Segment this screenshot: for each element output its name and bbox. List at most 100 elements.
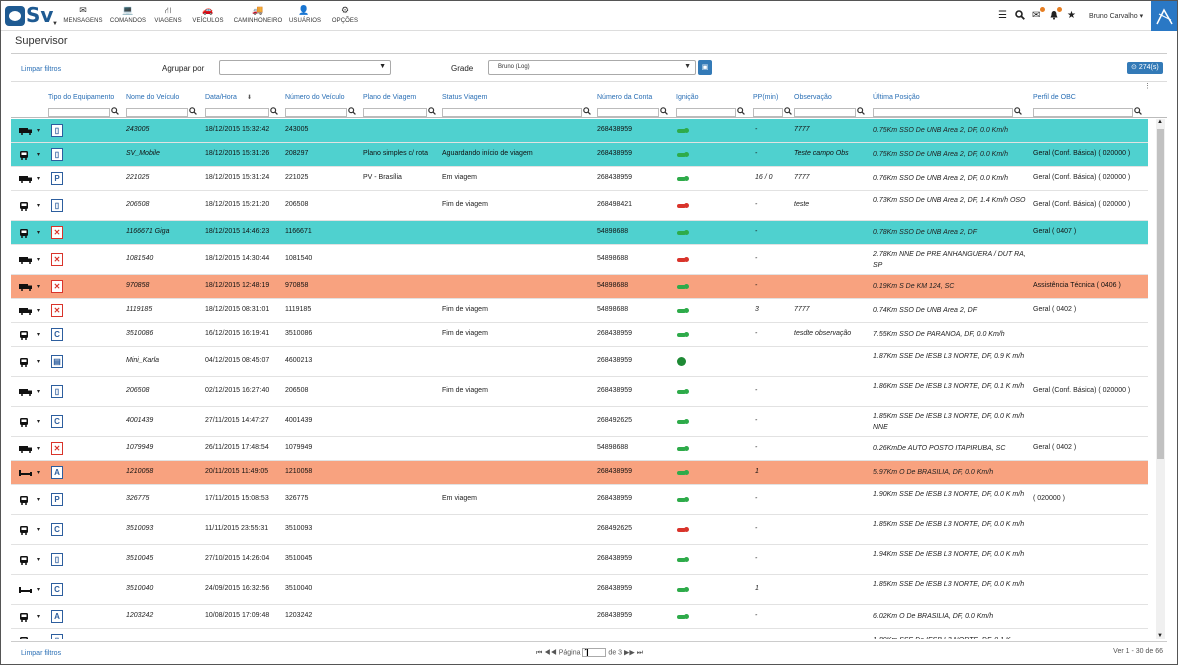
logo[interactable]: Sv ▼ [5,3,58,28]
list-icon[interactable]: ☰ [998,10,1007,21]
bell-icon[interactable] [1049,10,1059,23]
save-grid-button[interactable]: ▣ [698,60,712,75]
row-menu-caret-icon[interactable]: ▾ [37,556,40,563]
first-page-icon[interactable]: ⏮ [536,649,542,656]
filter-search-icon[interactable] [111,107,119,117]
row-menu-caret-icon[interactable]: ▾ [37,202,40,209]
filter-search-icon[interactable] [1014,107,1022,117]
table-row[interactable]: ▾ ▯ 206508 02/12/2015 16:27:40 206508 Fim de … [11,377,1148,407]
row-menu-caret-icon[interactable]: ▾ [37,331,40,338]
messages-icon[interactable]: ✉ [1032,10,1040,21]
table-row[interactable]: ▾ ✕ 970858 18/12/2015 12:48:19 970858 5489868… [11,275,1148,299]
table-row[interactable]: ▾ P 326775 17/11/2015 15:08:53 326775 Em viag… [11,485,1148,515]
column-filter-input[interactable] [1033,108,1133,117]
sort-desc-icon[interactable]: ⬇ [247,94,252,101]
table-row[interactable]: ▾ ▯ 3510045 27/10/2015 14:26:04 3510045 26843… [11,545,1148,575]
row-menu-caret-icon[interactable]: ▾ [37,613,40,620]
nav-item-comandos[interactable]: 💻 COMANDOS [108,4,148,30]
next-page-icon[interactable]: ▶▶ [624,649,635,656]
filter-search-icon[interactable] [857,107,865,117]
column-header[interactable]: PP(min) [753,94,778,101]
row-menu-caret-icon[interactable]: ▾ [37,358,40,365]
table-row[interactable]: ▾ ✕ 1166671 Giga 18/12/2015 14:46:23 1166671… [11,221,1148,245]
table-row[interactable]: ▾ A 1210058 20/11/2015 11:49:05 1210058 26843… [11,461,1148,485]
nav-item-caminhoneiro[interactable]: 🚚 CAMINHONEIRO [233,4,283,30]
table-row[interactable]: ▾ ▯ 1.89Km SSE De IESB L3 NORTE, DF, 0.1 K [11,629,1148,639]
group-by-select[interactable]: ▼ [219,60,391,75]
table-row[interactable]: ▾ ▯ 206508 18/12/2015 15:21:20 206508 Fim de … [11,191,1148,221]
nav-item-opções[interactable]: ⚙ OPÇÕES [331,4,359,30]
row-menu-caret-icon[interactable]: ▾ [37,418,40,425]
column-header[interactable]: Número do Veículo [285,94,345,101]
user-menu[interactable]: Bruno Carvalho ▾ [1089,12,1143,20]
filter-search-icon[interactable] [1134,107,1142,117]
column-header[interactable]: Status Viagem [442,94,487,101]
scroll-thumb[interactable] [1157,129,1164,459]
column-header[interactable]: Observação [794,94,832,101]
column-header[interactable]: Nome do Veículo [126,94,179,101]
table-row[interactable]: ▾ C 3510093 11/11/2015 23:55:31 3510093 26849… [11,515,1148,545]
filter-search-icon[interactable] [270,107,278,117]
filter-search-icon[interactable] [737,107,745,117]
column-header[interactable]: Plano de Viagem [363,94,416,101]
table-row[interactable]: ▾ C 4001439 27/11/2015 14:47:27 4001439 26849… [11,407,1148,437]
table-row[interactable]: ▾ C 3510040 24/09/2015 16:32:56 3510040 26843… [11,575,1148,605]
row-menu-caret-icon[interactable]: ▾ [37,388,40,395]
row-menu-caret-icon[interactable]: ▾ [37,496,40,503]
column-filter-input[interactable] [794,108,856,117]
prev-page-icon[interactable]: ◀◀ [544,649,557,656]
row-menu-caret-icon[interactable]: ▾ [37,586,40,593]
column-header[interactable]: Perfil de OBC [1033,94,1076,101]
scroll-down-icon[interactable]: ▼ [1157,633,1163,639]
column-filter-input[interactable] [676,108,736,117]
row-menu-caret-icon[interactable]: ▾ [37,637,40,639]
row-menu-caret-icon[interactable]: ▾ [37,229,40,236]
row-menu-caret-icon[interactable]: ▾ [37,151,40,158]
star-icon[interactable]: ★ [1067,10,1076,21]
nav-item-usuários[interactable]: 👤 USUÁRIOS [289,4,321,30]
filter-search-icon[interactable] [428,107,436,117]
column-filter-input[interactable] [205,108,269,117]
column-filter-input[interactable] [285,108,347,117]
scroll-up-icon[interactable]: ▲ [1157,119,1163,125]
row-menu-caret-icon[interactable]: ▾ [37,526,40,533]
column-filter-input[interactable] [126,108,188,117]
nav-item-mensagens[interactable]: ✉ MENSAGENS [63,4,103,30]
table-row[interactable]: ▾ C 3510086 16/12/2015 16:19:41 3510086 Fim d… [11,323,1148,347]
column-header[interactable]: Última Posição [873,94,920,101]
column-filter-input[interactable] [873,108,1013,117]
filter-search-icon[interactable] [784,107,792,117]
table-row[interactable]: ▾ ▤ Mini_Karla 04/12/2015 08:45:07 4600213 26… [11,347,1148,377]
row-menu-caret-icon[interactable]: ▾ [37,283,40,290]
column-filter-input[interactable] [363,108,427,117]
table-row[interactable]: ▾ ✕ 1079949 26/11/2015 17:48:54 1079949 54898… [11,437,1148,461]
column-header[interactable]: Número da Conta [597,94,652,101]
column-header[interactable]: Tipo do Equipamento [48,94,114,101]
row-menu-caret-icon[interactable]: ▾ [37,127,40,134]
count-badge[interactable]: ⊙ 274(s) [1127,62,1163,74]
row-menu-caret-icon[interactable]: ▾ [37,256,40,263]
scrollbar[interactable]: ▲ ▼ [1156,119,1165,639]
nav-item-veículos[interactable]: 🚗 VEÍCULOS [191,4,225,30]
search-icon[interactable] [1015,10,1025,23]
nav-item-viagens[interactable]: ⛙ VIAGENS [153,4,183,30]
table-row[interactable]: ▾ ✕ 1081540 18/12/2015 14:30:44 1081540 54898… [11,245,1148,275]
table-row[interactable]: ▾ A 1203242 10/08/2015 17:09:48 1203242 26843… [11,605,1148,629]
clear-filters-link-bottom[interactable]: Limpar filtros [21,650,61,657]
clear-filters-link[interactable]: Limpar filtros [21,66,61,73]
row-menu-caret-icon[interactable]: ▾ [37,175,40,182]
filter-search-icon[interactable] [583,107,591,117]
row-menu-caret-icon[interactable]: ▾ [37,445,40,452]
column-filter-input[interactable] [48,108,110,117]
row-menu-caret-icon[interactable]: ▾ [37,469,40,476]
column-header[interactable]: Data/Hora [205,94,237,101]
grid-select[interactable]: Bruno (Log) ▼ [488,60,696,75]
column-filter-input[interactable] [442,108,582,117]
table-row[interactable]: ▾ P 221025 18/12/2015 15:31:24 221025 PV - Br… [11,167,1148,191]
filter-search-icon[interactable] [348,107,356,117]
row-menu-caret-icon[interactable]: ▾ [37,307,40,314]
table-row[interactable]: ▾ ▯ SV_Mobile 18/12/2015 15:31:26 208297 Plan… [11,143,1148,167]
column-menu-icon[interactable]: ⋮ [1144,82,1151,90]
column-header[interactable]: Ignição [676,94,699,101]
table-row[interactable]: ▾ ▯ 243005 18/12/2015 15:32:42 243005 2684389… [11,119,1148,143]
